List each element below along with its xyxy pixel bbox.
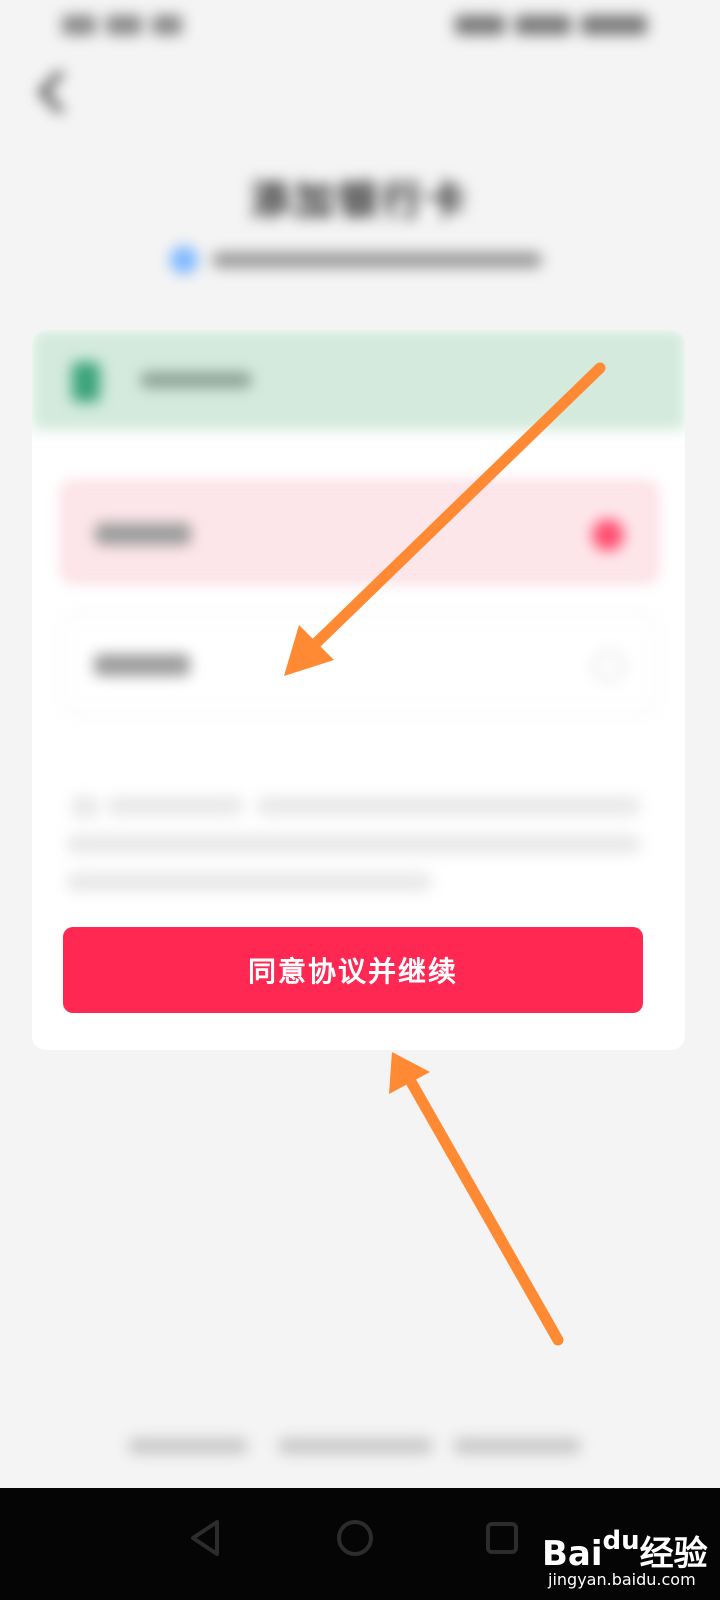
credit-card-radio[interactable] — [593, 650, 625, 682]
page-title: 添加银行卡 — [250, 178, 470, 224]
credit-card-option[interactable] — [62, 614, 657, 714]
watermark-domain: jingyan.baidu.com — [548, 1570, 696, 1589]
card-header-text — [140, 372, 252, 388]
shield-icon — [170, 246, 198, 274]
paw-icon: du — [602, 1526, 640, 1556]
debit-card-label — [95, 523, 191, 545]
triangle-back-icon[interactable] — [183, 1516, 227, 1560]
agree-continue-button[interactable]: 同意协议并继续 — [63, 927, 643, 1013]
status-bar-right — [455, 12, 650, 38]
debit-card-option[interactable] — [62, 482, 657, 582]
square-recent-icon[interactable] — [480, 1516, 524, 1560]
back-button[interactable] — [32, 68, 72, 116]
footer-links — [128, 1434, 583, 1460]
circle-home-icon[interactable] — [333, 1516, 377, 1560]
card-type-header — [32, 330, 685, 430]
bank-card-icon — [72, 362, 100, 402]
agreement-checkbox[interactable] — [72, 796, 98, 818]
arrow-to-continue-button — [389, 1052, 564, 1346]
subtitle-text — [212, 252, 542, 268]
security-subtitle — [170, 246, 550, 276]
debit-card-radio[interactable] — [592, 519, 624, 551]
chevron-left-icon — [39, 71, 63, 113]
status-bar-left — [62, 12, 187, 38]
credit-card-label — [94, 654, 190, 676]
watermark-logo: Baidu经验 — [542, 1526, 708, 1574]
baidu-jingyan-watermark: Baidu经验 jingyan.baidu.com — [542, 1520, 712, 1589]
agreement-text — [66, 792, 641, 902]
